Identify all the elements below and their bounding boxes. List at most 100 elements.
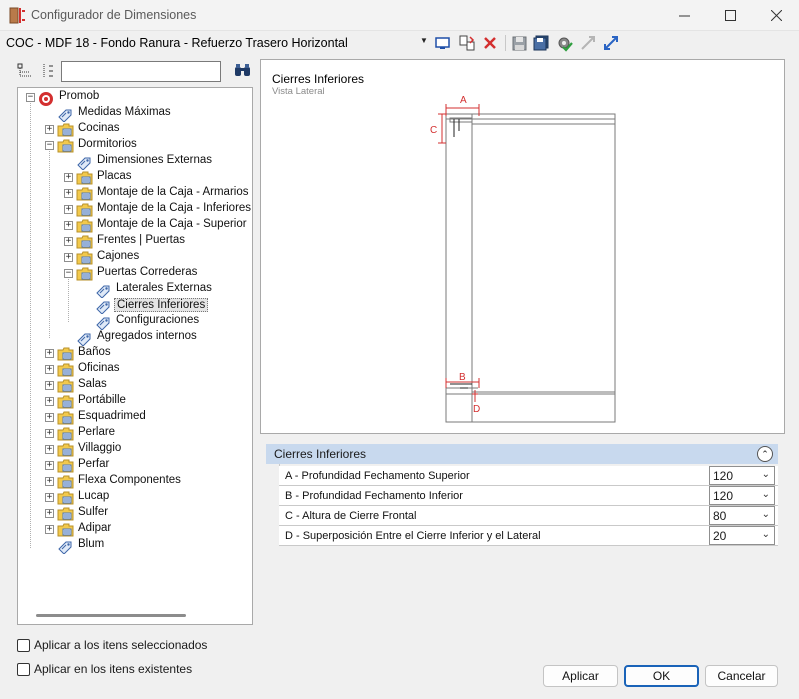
expand-icon[interactable]: + [45,445,54,454]
apply-selected-label: Aplicar a los itens seleccionados [34,638,208,652]
tree-expand-icon[interactable] [17,63,33,82]
cancel-button[interactable]: Cancelar [705,665,778,687]
chevron-down-icon[interactable]: ⌄ [762,489,770,500]
tree-item[interactable]: Cierres Inferiores [18,298,252,315]
ok-button[interactable]: OK [624,665,699,687]
tree-item[interactable]: − Promob [18,90,252,106]
expand-arrows-icon[interactable] [602,34,620,52]
preview-title: Cierres Inferiores [272,72,365,86]
property-label: C - Altura de Cierre Frontal [285,510,417,522]
expand-icon[interactable]: + [45,461,54,470]
chevron-down-icon[interactable]: ⌄ [762,469,770,480]
tree-item-label: Placas [97,170,132,182]
tree-item[interactable]: + Esquadrimed [18,410,252,426]
tree-item[interactable]: + Portábille [18,394,252,410]
property-value-select[interactable]: 120 ⌄ [709,486,775,505]
tree-item[interactable]: Laterales Externas [18,282,252,299]
expand-icon[interactable]: + [64,189,73,198]
horizontal-scrollbar[interactable] [36,614,186,617]
expand-icon[interactable]: + [45,397,54,406]
minimize-button[interactable] [661,0,707,31]
apply-existing-checkbox[interactable] [17,663,30,676]
tree-item[interactable]: + Baños [18,346,252,362]
tree-item[interactable]: + Cocinas [18,122,252,138]
expand-icon[interactable]: + [64,173,73,182]
tree-item-label: Montaje de la Caja - Superior [97,218,247,230]
expand-icon[interactable]: + [45,429,54,438]
binoculars-icon[interactable] [234,63,251,81]
copy-transfer-icon[interactable] [458,34,476,52]
tag-icon [95,283,111,299]
expand-icon[interactable]: + [45,413,54,422]
expand-icon[interactable]: + [45,349,54,358]
property-value-select[interactable]: 80 ⌄ [709,506,775,525]
tree-item[interactable]: Configuraciones [18,314,252,331]
collapse-icon[interactable]: − [26,93,35,102]
tree-item-label: Cocinas [78,122,120,134]
tree-item[interactable]: + Villaggio [18,442,252,458]
expand-icon[interactable]: + [45,509,54,518]
tree-item[interactable]: + Cajones [18,250,252,266]
save-icon[interactable] [510,34,528,52]
chevron-down-icon[interactable]: ⌄ [762,529,770,540]
expand-icon[interactable]: + [45,381,54,390]
expand-icon[interactable]: + [45,493,54,502]
tag-icon [57,539,73,555]
chevron-down-icon[interactable]: ⌄ [762,509,770,520]
expand-icon[interactable]: + [64,205,73,214]
property-row: D - Superposición Entre el Cierre Inferi… [279,526,778,546]
tree-item[interactable]: Medidas Máximas [18,106,252,123]
folder-icon [76,219,93,233]
tree-item[interactable]: + Perlare [18,426,252,442]
tree-item[interactable]: + Sulfer [18,506,252,522]
collapse-arrows-icon[interactable] [579,34,597,52]
tree-item[interactable]: + Flexa Componentes [18,474,252,490]
tree-item[interactable]: Blum [18,538,252,555]
close-window-button[interactable] [753,0,799,31]
tree-item[interactable]: + Frentes | Puertas [18,234,252,250]
apply-selected-checkbox[interactable] [17,639,30,652]
tree-collapse-icon[interactable] [40,63,56,82]
tree-search-input[interactable] [61,61,221,82]
expand-icon[interactable]: + [45,477,54,486]
expand-icon[interactable]: + [64,253,73,262]
tree-item-label: Lucap [78,490,110,502]
monitor-icon[interactable] [434,34,452,52]
collapse-chevron-icon[interactable]: ⌃ [757,446,773,462]
tree-item[interactable]: + Montaje de la Caja - Inferiores | M [18,202,252,218]
property-value-select[interactable]: 20 ⌄ [709,526,775,545]
settings-check-icon[interactable] [555,34,573,52]
property-row: A - Profundidad Fechamento Superior 120 ⌄ [279,466,778,486]
tree-view[interactable]: − Promob Medidas Máximas + Cocinas − Dormitori… [17,87,253,625]
delete-icon[interactable] [481,34,499,52]
expand-icon[interactable]: + [64,221,73,230]
tree-item[interactable]: + Montaje de la Caja - Armarios [18,186,252,202]
expand-icon[interactable]: + [45,525,54,534]
tree-item-label: Promob [59,90,100,102]
tree-item[interactable]: + Salas [18,378,252,394]
tree-item[interactable]: + Perfar [18,458,252,474]
tree-item[interactable]: + Placas [18,170,252,186]
tree-item[interactable]: − Dormitorios [18,138,252,154]
property-value-select[interactable]: 120 ⌄ [709,466,775,485]
expand-icon[interactable]: + [45,365,54,374]
tree-item[interactable]: + Adipar [18,522,252,538]
collapse-icon[interactable]: − [45,141,54,150]
tree-item[interactable]: Agregados internos [18,330,252,347]
tree-item[interactable]: + Lucap [18,490,252,506]
property-label: B - Profundidad Fechamento Inferior [285,490,463,502]
tree-item[interactable]: + Oficinas [18,362,252,378]
tree-item[interactable]: + Montaje de la Caja - Superior [18,218,252,234]
tree-item-label: Portábille [78,394,126,406]
apply-button[interactable]: Aplicar [543,665,618,687]
tree-item[interactable]: Dimensiones Externas [18,154,252,171]
maximize-button[interactable] [707,0,753,31]
save-all-icon[interactable] [532,34,550,52]
expand-icon[interactable]: + [45,125,54,134]
collapse-icon[interactable]: − [64,269,73,278]
dropdown-arrow-icon[interactable]: ▼ [420,36,428,45]
tree-item[interactable]: − Puertas Correderas [18,266,252,282]
expand-icon[interactable]: + [64,237,73,246]
app-icon [9,7,26,24]
configuration-select[interactable]: COC - MDF 18 - Fondo Ranura - Refuerzo T… [4,33,432,53]
